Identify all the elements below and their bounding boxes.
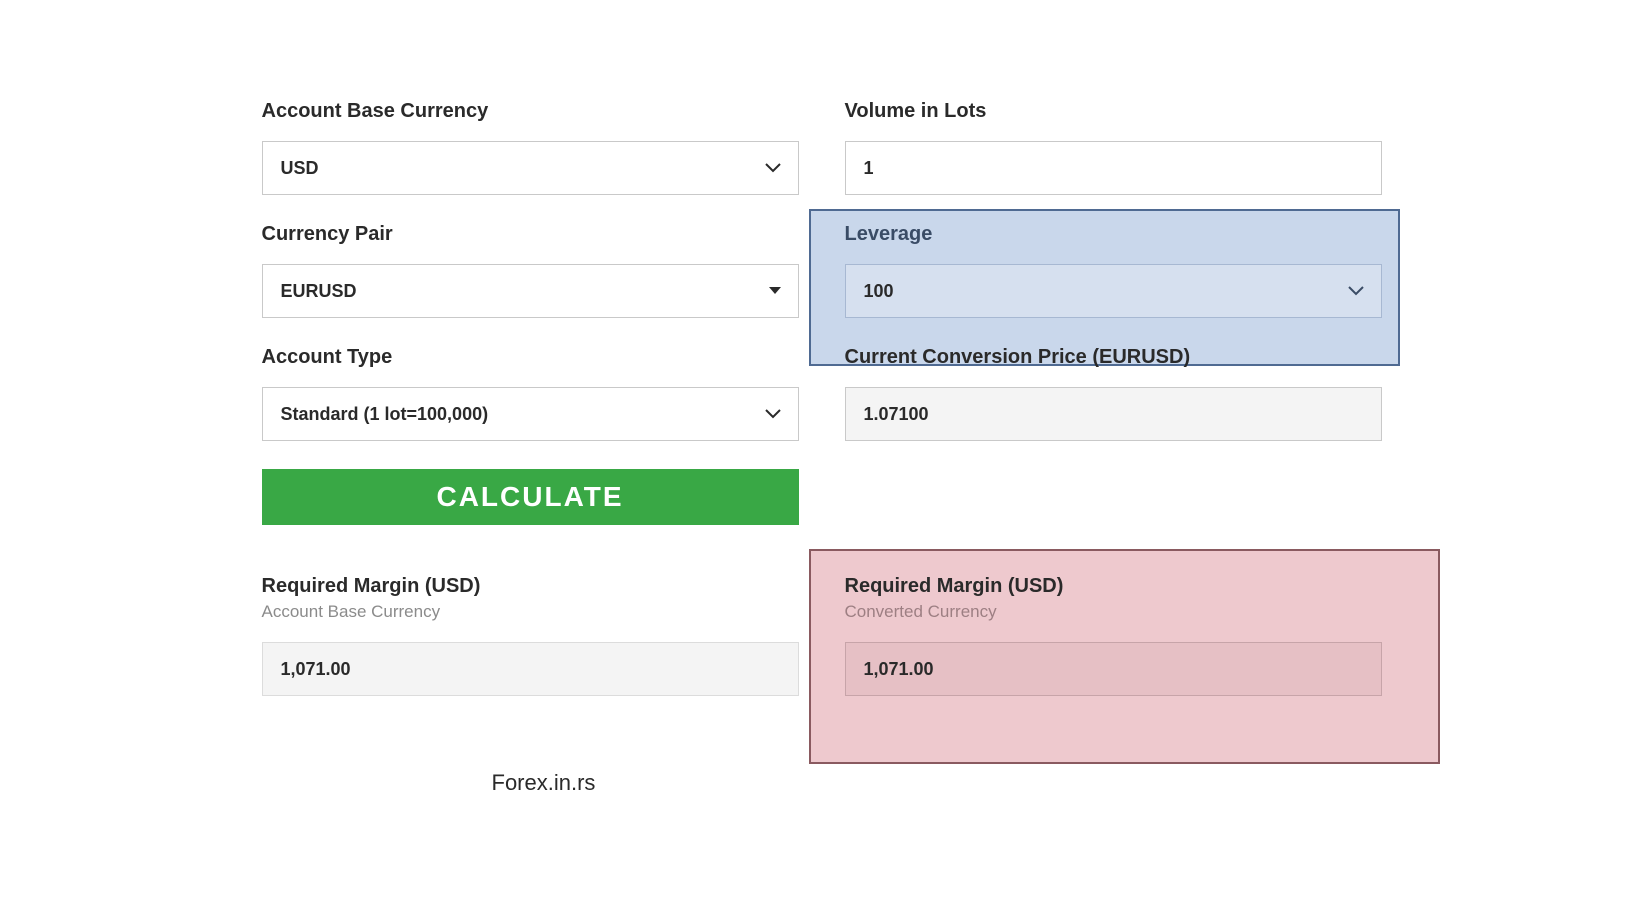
conversion-price-label: Current Conversion Price (EURUSD)	[845, 346, 1382, 369]
account-type-label: Account Type	[262, 346, 799, 369]
required-margin-base-value: 1,071.00	[262, 642, 799, 696]
account-type-field: Account Type Standard (1 lot=100,000)	[262, 346, 799, 441]
leverage-select[interactable]: 100	[845, 264, 1382, 318]
conversion-price-field: Current Conversion Price (EURUSD) 1.0710…	[845, 346, 1382, 441]
volume-in-lots-field: Volume in Lots 1	[845, 100, 1382, 195]
currency-pair-field: Currency Pair EURUSD	[262, 223, 799, 318]
currency-pair-label: Currency Pair	[262, 223, 799, 246]
margin-calculator: Account Base Currency USD Volume in Lots…	[262, 100, 1382, 716]
required-margin-base-label: Required Margin (USD)	[262, 575, 799, 598]
required-margin-converted-block: Required Margin (USD) Converted Currency…	[845, 575, 1382, 716]
required-margin-base-block: Required Margin (USD) Account Base Curre…	[262, 575, 799, 716]
footer-attribution: Forex.in.rs	[492, 770, 596, 796]
required-margin-base-sublabel: Account Base Currency	[262, 602, 799, 622]
volume-in-lots-input[interactable]: 1	[845, 141, 1382, 195]
required-margin-converted-label: Required Margin (USD)	[845, 575, 1382, 598]
calculate-row: CALCULATE	[262, 469, 799, 525]
account-base-currency-label: Account Base Currency	[262, 100, 799, 123]
volume-in-lots-label: Volume in Lots	[845, 100, 1382, 123]
calculate-button[interactable]: CALCULATE	[262, 469, 799, 525]
account-base-currency-field: Account Base Currency USD	[262, 100, 799, 195]
account-type-select[interactable]: Standard (1 lot=100,000)	[262, 387, 799, 441]
conversion-price-value: 1.07100	[845, 387, 1382, 441]
leverage-highlight-region: Leverage 100	[845, 223, 1382, 346]
required-margin-converted-value: 1,071.00	[845, 642, 1382, 696]
currency-pair-select[interactable]: EURUSD	[262, 264, 799, 318]
leverage-label: Leverage	[845, 223, 1382, 246]
required-margin-converted-sublabel: Converted Currency	[845, 602, 1382, 622]
account-base-currency-select[interactable]: USD	[262, 141, 799, 195]
